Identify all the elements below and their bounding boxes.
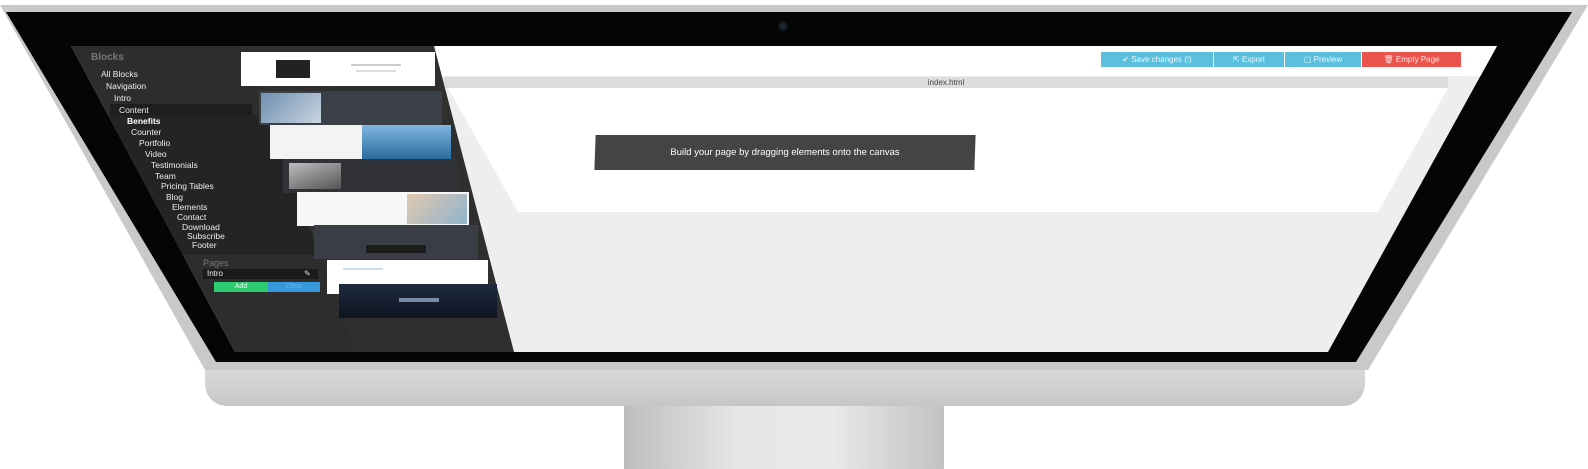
thumb-line	[356, 70, 396, 72]
sidebar-item-team[interactable]: Team	[155, 171, 176, 181]
sidebar-item-contact[interactable]: Contact	[177, 212, 206, 222]
thumb-line	[399, 298, 439, 302]
empty-canvas-message: Build your page by dragging elements ont…	[594, 135, 976, 170]
thumb-line	[343, 268, 383, 270]
sidebar-item-portfolio[interactable]: Portfolio	[139, 138, 170, 148]
sidebar-item-content[interactable]: Content	[119, 105, 149, 115]
export-label: Export	[1241, 55, 1266, 64]
sidebar-item-intro[interactable]: Intro	[114, 93, 131, 103]
export-button[interactable]: ⇱ Export	[1214, 52, 1284, 67]
block-thumbnail[interactable]	[283, 159, 458, 193]
camera-icon	[778, 21, 788, 31]
preview-button[interactable]: ▢ Preview	[1285, 52, 1361, 67]
add-page-button[interactable]: Add	[214, 282, 268, 292]
clear-pages-button[interactable]: Clear	[268, 282, 320, 292]
photo-image	[261, 93, 321, 123]
check-icon: ✔	[1122, 55, 1129, 64]
laptop-keyboard-image	[289, 163, 341, 189]
block-thumbnail[interactable]	[241, 52, 435, 86]
sidebar-item-benefits[interactable]: Benefits	[127, 116, 161, 126]
sidebar-item-video[interactable]: Video	[145, 149, 167, 159]
sidebar-item-navigation[interactable]: Navigation	[106, 81, 146, 91]
person-image	[407, 194, 467, 224]
export-icon: ⇱	[1232, 55, 1240, 64]
sidebar-item-blog[interactable]: Blog	[166, 192, 183, 202]
trash-icon: 🗑	[1383, 55, 1394, 64]
sidebar-item-counter[interactable]: Counter	[131, 127, 161, 137]
screen: ✔ Save changes (!) ⇱ Export ▢ Preview 🗑 …	[71, 46, 1497, 352]
sidebar-item-all-blocks[interactable]: All Blocks	[101, 69, 138, 79]
block-thumbnail[interactable]	[339, 284, 497, 318]
sidebar-item-testimonials[interactable]: Testimonials	[151, 160, 198, 170]
empty-page-button[interactable]: 🗑 Empty Page	[1362, 52, 1461, 67]
tab-index-html[interactable]: index.html	[444, 77, 1448, 88]
block-thumbnail[interactable]	[297, 192, 469, 226]
ocean-image	[362, 125, 451, 159]
save-label: Save changes (!)	[1131, 55, 1192, 64]
pages-title: Pages	[203, 258, 229, 268]
laptop-image	[276, 60, 310, 78]
preview-label: Preview	[1313, 55, 1343, 64]
empty-label: Empty Page	[1395, 55, 1440, 64]
sidebar-item-elements[interactable]: Elements	[172, 202, 207, 212]
save-changes-button[interactable]: ✔ Save changes (!)	[1101, 52, 1213, 67]
preview-icon: ▢	[1303, 55, 1312, 64]
device-image	[366, 245, 426, 253]
thumb-line	[351, 64, 401, 66]
sidebar-item-footer[interactable]: Footer	[192, 240, 217, 250]
block-thumbnail[interactable]	[270, 125, 451, 159]
block-thumbnail[interactable]	[314, 225, 478, 259]
page-item-label[interactable]: Intro	[207, 269, 223, 278]
block-thumbnail[interactable]	[259, 91, 442, 125]
edit-icon[interactable]: ✎	[304, 269, 311, 278]
sidebar-title: Blocks	[91, 52, 124, 63]
monitor-stand	[624, 400, 944, 469]
sidebar-item-pricing-tables[interactable]: Pricing Tables	[161, 181, 214, 191]
